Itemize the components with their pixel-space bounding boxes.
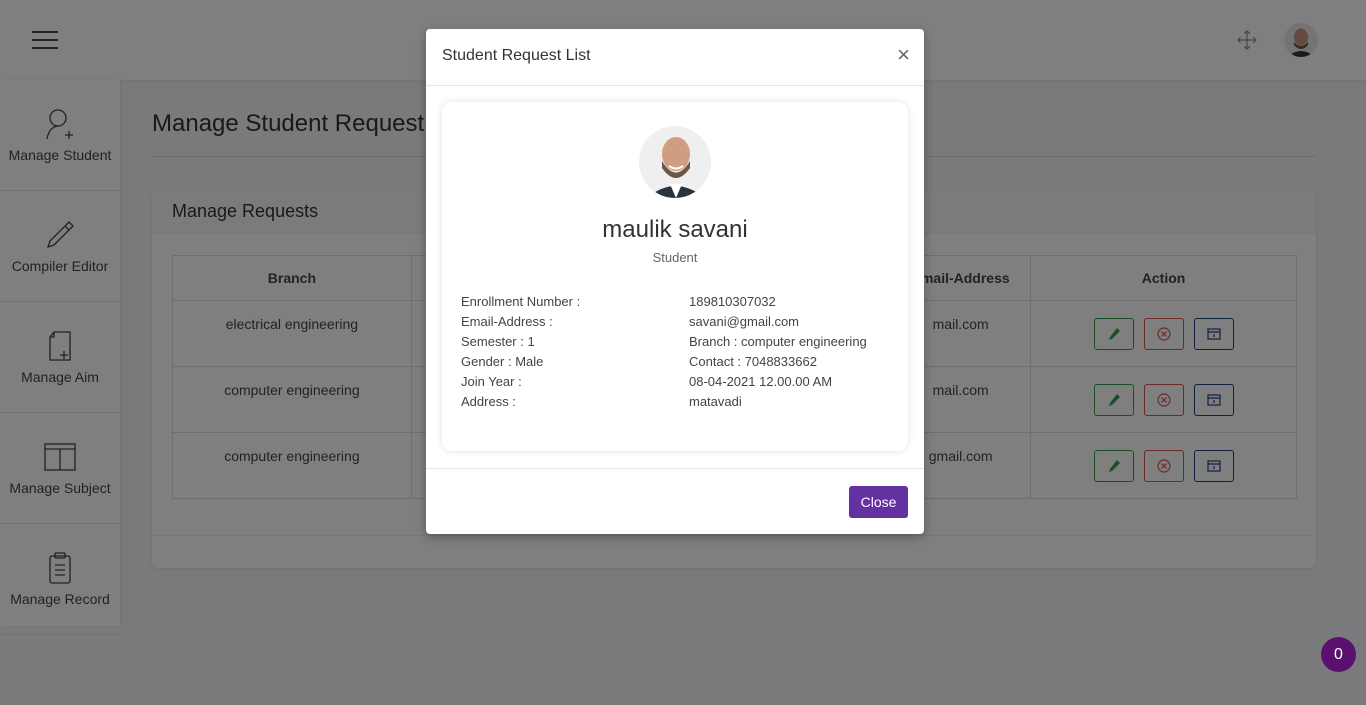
- enrollment-label: Enrollment Number :: [461, 294, 581, 309]
- address-value: matavadi: [689, 394, 742, 409]
- modal-header: Student Request List ×: [426, 29, 924, 86]
- semester-text: Semester : 1: [461, 334, 535, 349]
- email-label: Email-Address :: [461, 314, 553, 329]
- student-role: Student: [652, 250, 698, 265]
- student-details: Enrollment Number : 189810307032 Email-A…: [461, 293, 891, 411]
- close-button[interactable]: Close: [849, 486, 908, 518]
- email-value: savani@gmail.com: [689, 314, 800, 329]
- enrollment-value: 189810307032: [689, 294, 776, 309]
- gender-text: Gender : Male: [461, 354, 544, 369]
- profile-photo: [639, 126, 711, 198]
- join-year-label: Join Year :: [461, 374, 522, 389]
- modal-footer-divider: [426, 468, 924, 469]
- join-year-value: 08-04-2021 12.00.00 AM: [689, 374, 833, 389]
- profile-card: maulik savani Student Enrollment Number …: [442, 102, 908, 451]
- branch-text: Branch : computer engineering: [689, 334, 867, 349]
- student-name: maulik savani: [602, 216, 748, 243]
- address-label: Address :: [461, 394, 516, 409]
- notification-badge[interactable]: 0: [1321, 637, 1356, 672]
- student-request-modal: Student Request List × maulik savani Stu…: [426, 29, 924, 534]
- close-icon[interactable]: ×: [897, 44, 910, 66]
- modal-title: Student Request List: [442, 47, 591, 64]
- contact-text: Contact : 7048833662: [689, 354, 817, 369]
